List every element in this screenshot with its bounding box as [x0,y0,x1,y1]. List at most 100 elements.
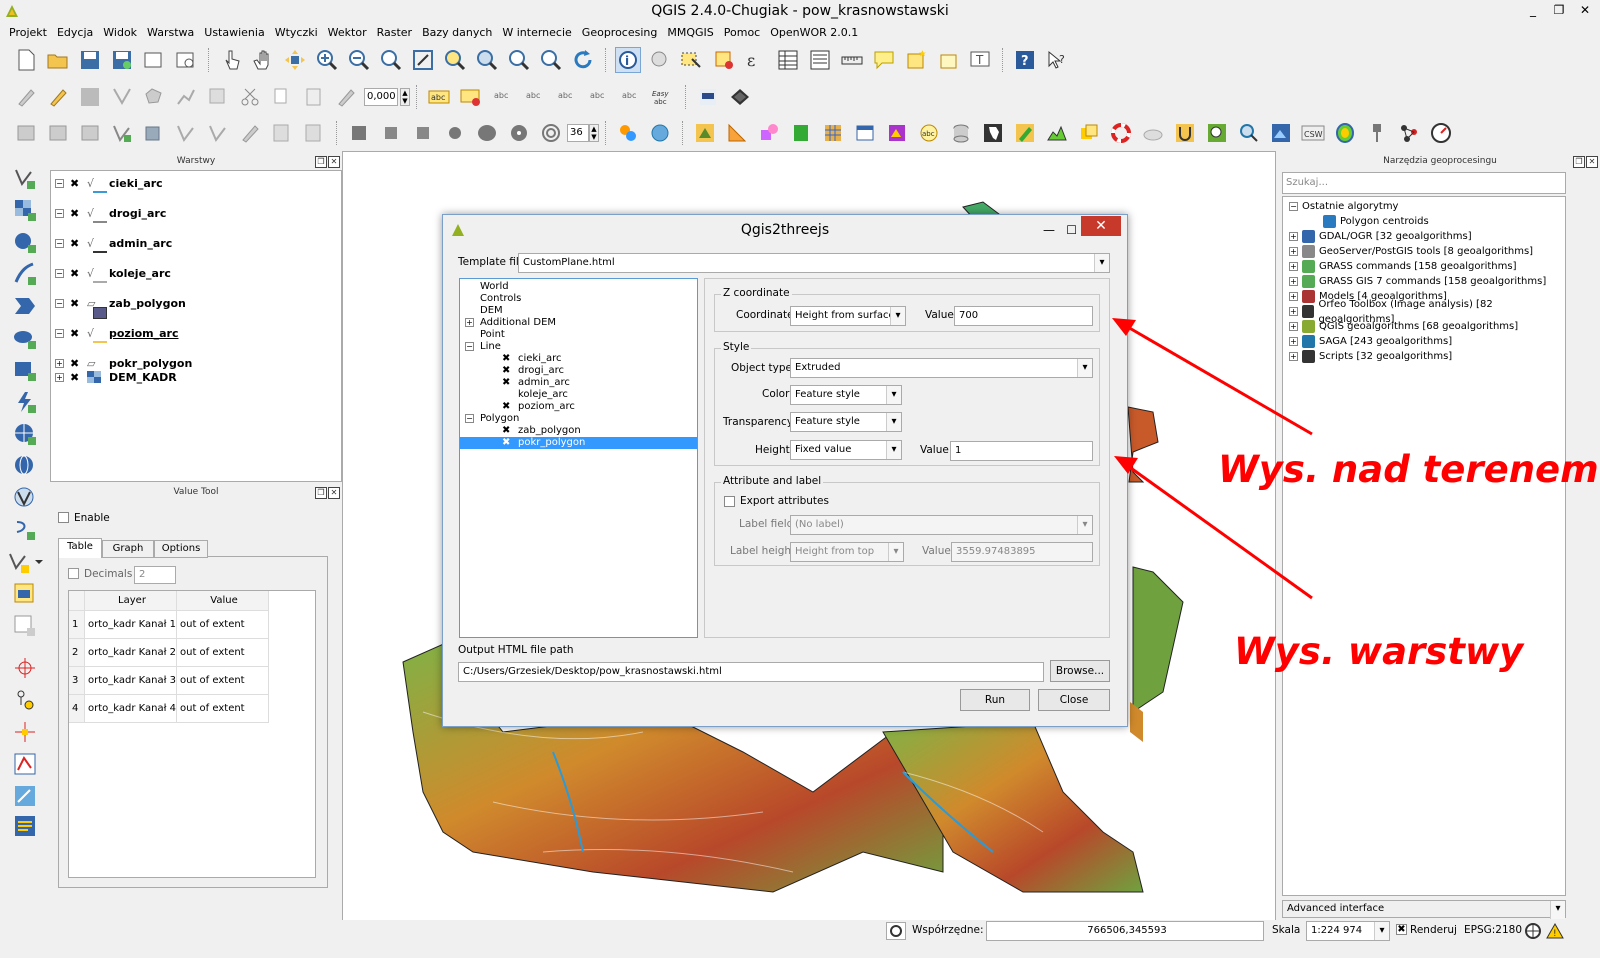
scale-spin-arrows[interactable]: ▲ ▼ [400,88,410,106]
digitize-panel-icon[interactable] [13,784,37,811]
enable-checkbox[interactable] [58,512,69,523]
show-bookmarks-icon[interactable] [935,47,961,73]
layer-visibility-checkbox[interactable]: ✖ [70,268,81,279]
label-value-input[interactable]: 3559.97483895 [951,542,1093,562]
algorithm-item[interactable]: Polygon centroids [1323,214,1429,229]
dialog-close-button[interactable]: ✕ [1081,216,1121,236]
layer-diamond-icon[interactable] [727,84,753,110]
tree-polygon-layer[interactable]: pokr_polygon [518,437,585,449]
object-type-combo[interactable]: Extruded [790,358,1093,378]
layer-visibility-checkbox[interactable]: ✖ [70,178,81,189]
segments-spin-arrows[interactable]: ▲ ▼ [589,124,599,142]
grid-tool-icon[interactable] [13,720,37,747]
vector-tool-5-icon[interactable] [237,120,263,146]
tree-expander[interactable]: − [465,342,474,351]
new-print-composer-icon[interactable] [141,47,167,73]
plugin-cluster-icon[interactable] [615,120,641,146]
tree-layer-checkbox[interactable]: ✖ [502,402,512,412]
tree-item-line[interactable]: Line [480,341,501,353]
layer-row[interactable]: − ✖ √ koleje_arc [55,265,171,281]
algorithm-item[interactable]: − Ostatnie algorytmy [1289,199,1398,214]
plugin-globe-icon[interactable] [647,120,673,146]
menu-warstwa[interactable]: Warstwa [142,26,199,39]
height-value-input[interactable]: 1 [950,441,1093,461]
algorithm-item[interactable]: + Orfeo Toolbox (Image analysis) [82 geoa… [1289,299,1565,325]
restore-button[interactable]: ❐ [1546,0,1572,20]
layer-visibility-checkbox[interactable]: ✖ [70,372,81,383]
close-button[interactable]: Close [1038,689,1110,711]
shape-circle2-icon[interactable] [506,120,532,146]
pan-hand-icon[interactable] [250,47,276,73]
green-layer-icon[interactable] [788,120,814,146]
menu-mmqgis[interactable]: MMQGIS [662,26,718,39]
label-toolbar-icon[interactable]: abc [426,84,452,110]
output-path-input[interactable]: C:/Users/Grzesiek/Desktop/pow_krasnostaw… [458,662,1044,682]
terrain-profile-icon[interactable] [1044,120,1070,146]
export-attributes-checkbox[interactable] [724,496,735,507]
pin-pole-icon[interactable] [1364,120,1390,146]
add-feature-icon[interactable] [109,84,135,110]
rotate-label-icon[interactable] [333,84,359,110]
vector-tool-2-icon[interactable] [141,120,167,146]
zoom-native-icon[interactable] [378,47,404,73]
toggle-extents-icon[interactable] [886,922,906,940]
value-tool-float-button[interactable]: ❐ [315,487,327,499]
open-project-icon[interactable] [45,47,71,73]
menu-pomoc[interactable]: Pomoc [719,26,765,39]
tree-item-polygon[interactable]: Polygon [480,413,519,425]
label-highlight-icon[interactable] [458,84,484,110]
segments-spinbox[interactable]: 36 [567,124,589,142]
label-height-combo[interactable]: Height from top [790,542,904,562]
identify-plus-icon[interactable] [1236,120,1262,146]
color-combo[interactable]: Feature style [790,385,902,405]
algorithm-expander[interactable]: + [1289,262,1298,271]
layer-visibility-checkbox[interactable]: ✖ [70,208,81,219]
zoom-to-selection-icon[interactable] [442,47,468,73]
shapes-icon[interactable] [756,120,782,146]
easy-labels-icon[interactable]: Easy abc [650,84,676,110]
browse-button[interactable]: Browse... [1050,660,1110,682]
menu-raster[interactable]: Raster [372,26,417,39]
node-tool-icon[interactable] [173,84,199,110]
menu-widok[interactable]: Widok [98,26,142,39]
minimize-button[interactable]: _ [1520,0,1546,20]
new-bookmark-icon[interactable] [903,47,929,73]
move-label-icon[interactable]: abc [554,84,580,110]
gauge-icon[interactable] [1428,120,1454,146]
coords-display[interactable]: 766506,345593 [986,921,1264,941]
tree-layer-checkbox[interactable] [502,390,512,400]
algorithm-expander[interactable]: + [1289,232,1298,241]
tree-layer-checkbox[interactable]: ✖ [502,366,512,376]
scale-spinbox[interactable]: 0,000 [364,88,398,106]
lifebuoy-icon[interactable] [1108,120,1134,146]
tree-expander[interactable]: − [465,414,474,423]
menu-wtyczki[interactable]: Wtyczki [270,26,323,39]
save-layer-edits-icon[interactable] [77,84,103,110]
add-oracle-layer-icon[interactable] [13,326,37,353]
shape-square-icon[interactable] [346,120,372,146]
database-plugin-icon[interactable] [948,120,974,146]
new-layer-dropdown-icon[interactable] [7,550,43,577]
text-editor-icon[interactable] [13,814,37,841]
advanced-interface-combo[interactable]: Advanced interface [1282,900,1566,919]
show-hide-labels-icon[interactable]: abc [522,84,548,110]
tree-expander[interactable]: + [465,318,474,327]
layer-visibility-checkbox[interactable]: ✖ [70,328,81,339]
shape-circle-icon[interactable] [442,120,468,146]
menu-openwor[interactable]: OpenWOR 2.0.1 [765,26,863,39]
vector-tool-4-icon[interactable] [205,120,231,146]
spiral-icon[interactable] [538,120,564,146]
field-calculator-icon[interactable]: ε [743,47,769,73]
crs-globe-icon[interactable] [1524,922,1542,943]
dialog-maximize-button[interactable]: ☐ [1066,215,1077,245]
refresh-icon[interactable] [570,47,596,73]
layer-expander[interactable]: − [55,268,64,278]
tree-item-world[interactable]: World [480,281,509,293]
attribute-table-icon[interactable] [775,47,801,73]
new-project-icon[interactable] [13,47,39,73]
shape-square3-icon[interactable] [410,120,436,146]
add-wfs-layer-icon[interactable] [13,454,37,481]
new-spatialite-icon[interactable] [13,582,37,609]
cup-icon[interactable] [1172,120,1198,146]
contour-icon[interactable] [1332,120,1358,146]
